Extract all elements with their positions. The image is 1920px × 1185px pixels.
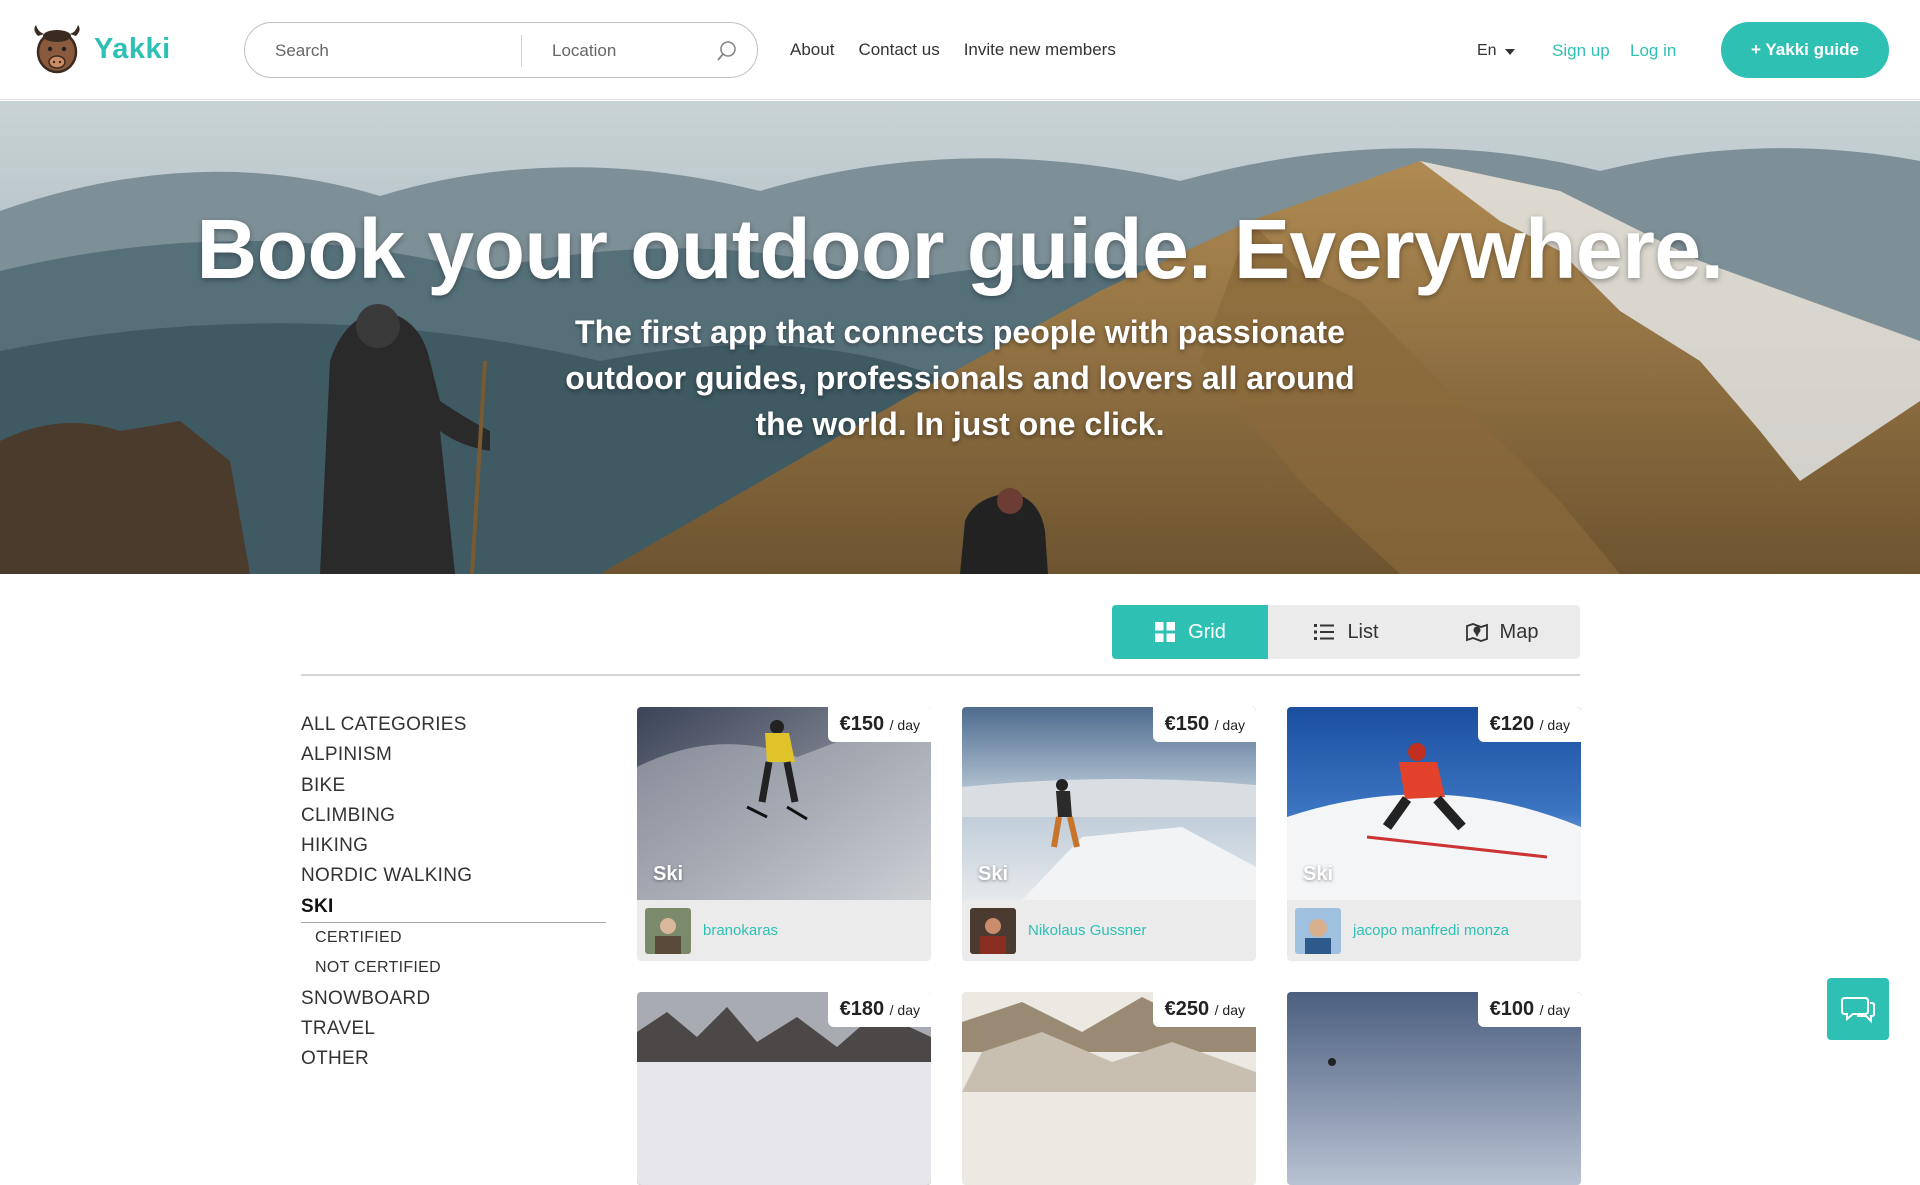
chevron-down-icon [1504, 49, 1515, 55]
listing-photo: €250 / day [962, 992, 1256, 1185]
login-link[interactable]: Log in [1630, 41, 1676, 61]
owner-name[interactable]: jacopo manfredi monza [1353, 922, 1509, 939]
view-toggle: Grid List Map [1112, 605, 1580, 659]
price-amount: €150 [1164, 713, 1210, 735]
category-climbing[interactable]: CLIMBING [301, 801, 606, 831]
price-unit: / day [1539, 1002, 1570, 1018]
price-amount: €180 [839, 998, 885, 1020]
category-bike[interactable]: BIKE [301, 771, 606, 801]
category-travel[interactable]: TRAVEL [301, 1014, 606, 1044]
view-grid-button[interactable]: Grid [1112, 605, 1268, 659]
view-map-button[interactable]: Map [1424, 605, 1580, 659]
category-ski[interactable]: SKI [301, 892, 606, 924]
map-icon [1465, 623, 1488, 642]
price-tag: €250 / day [1152, 992, 1256, 1027]
chat-button[interactable] [1827, 978, 1889, 1040]
category-alpinism[interactable]: ALPINISM [301, 740, 606, 770]
price-amount: €150 [839, 713, 885, 735]
grid-icon [1155, 622, 1176, 642]
owner-name[interactable]: branokaras [703, 922, 778, 939]
nav-invite[interactable]: Invite new members [964, 40, 1116, 60]
price-tag: €100 / day [1477, 992, 1581, 1027]
brand-name: Yakki [94, 32, 171, 65]
main-nav: About Contact us Invite new members [790, 40, 1116, 60]
price-unit: / day [1214, 717, 1245, 733]
price-unit: / day [1539, 717, 1570, 733]
price-tag: €150 / day [827, 707, 931, 742]
subcategory-certified[interactable]: CERTIFIED [301, 923, 606, 953]
listing-owner: Nikolaus Gussner [962, 900, 1256, 961]
avatar [1295, 907, 1341, 954]
listing-category: Ski [1303, 863, 1334, 885]
listing-card[interactable]: €150 / day Ski branokaras [637, 707, 931, 961]
listing-owner: branokaras [637, 900, 931, 961]
listing-card[interactable]: €150 / day Ski Nikolaus Gussner [962, 707, 1256, 961]
price-amount: €250 [1164, 998, 1210, 1020]
yak-logo-icon [34, 25, 80, 74]
price-unit: / day [889, 717, 920, 733]
avatar [645, 907, 691, 954]
avatar [970, 907, 1016, 954]
listing-photo: €150 / day Ski [637, 707, 931, 900]
price-unit: / day [1214, 1002, 1245, 1018]
price-amount: €120 [1489, 713, 1535, 735]
signup-link[interactable]: Sign up [1552, 41, 1610, 61]
hero-subtitle: The first app that connects people with … [565, 314, 1355, 442]
yakki-guide-button[interactable]: + Yakki guide [1721, 22, 1889, 78]
listing-category: Ski [653, 863, 684, 885]
listing-card[interactable]: €100 / day [1287, 992, 1581, 1185]
owner-name[interactable]: Nikolaus Gussner [1028, 922, 1146, 939]
category-nordic-walking[interactable]: NORDIC WALKING [301, 861, 606, 891]
listing-photo: €120 / day Ski [1287, 707, 1581, 900]
search-icon[interactable] [715, 39, 739, 63]
language-label: En [1477, 42, 1497, 59]
list-icon [1314, 624, 1335, 640]
section-divider [301, 674, 1580, 676]
view-map-label: Map [1499, 620, 1539, 643]
top-header: Yakki Search Location About Contact us I… [0, 0, 1920, 100]
listing-card[interactable]: €120 / day Ski jacopo manfredi monza [1287, 707, 1581, 961]
listing-photo: €100 / day [1287, 992, 1581, 1185]
brand-logo[interactable]: Yakki [30, 22, 171, 76]
category-other[interactable]: OTHER [301, 1044, 606, 1074]
view-list-label: List [1347, 620, 1379, 643]
nav-contact[interactable]: Contact us [858, 40, 939, 60]
nav-about[interactable]: About [790, 40, 834, 60]
search-bar: Search Location [244, 22, 758, 78]
listing-photo: €150 / day Ski [962, 707, 1256, 900]
category-sidebar: ALL CATEGORIES ALPINISM BIKE CLIMBING HI… [301, 710, 606, 1075]
location-input[interactable]: Location [552, 41, 616, 61]
chat-icon [1841, 997, 1875, 1024]
listing-photo: €180 / day [637, 992, 931, 1185]
category-hiking[interactable]: HIKING [301, 831, 606, 861]
language-selector[interactable]: En [1477, 42, 1515, 60]
price-tag: €120 / day [1477, 707, 1581, 742]
hero-banner: Book your outdoor guide. Everywhere. The… [0, 101, 1920, 574]
price-tag: €150 / day [1152, 707, 1256, 742]
view-list-button[interactable]: List [1268, 605, 1424, 659]
category-all[interactable]: ALL CATEGORIES [301, 710, 606, 740]
subcategory-not-certified[interactable]: NOT CERTIFIED [301, 953, 606, 983]
price-tag: €180 / day [827, 992, 931, 1027]
price-unit: / day [889, 1002, 920, 1018]
search-divider [521, 35, 522, 67]
listing-card[interactable]: €250 / day [962, 992, 1256, 1185]
price-amount: €100 [1489, 998, 1535, 1020]
listing-category: Ski [978, 863, 1009, 885]
search-input[interactable]: Search [275, 41, 329, 61]
listing-card[interactable]: €180 / day [637, 992, 931, 1185]
hero-title: Book your outdoor guide. Everywhere. [196, 202, 1724, 296]
listing-owner: jacopo manfredi monza [1287, 900, 1581, 961]
category-snowboard[interactable]: SNOWBOARD [301, 984, 606, 1014]
view-grid-label: Grid [1188, 620, 1226, 643]
